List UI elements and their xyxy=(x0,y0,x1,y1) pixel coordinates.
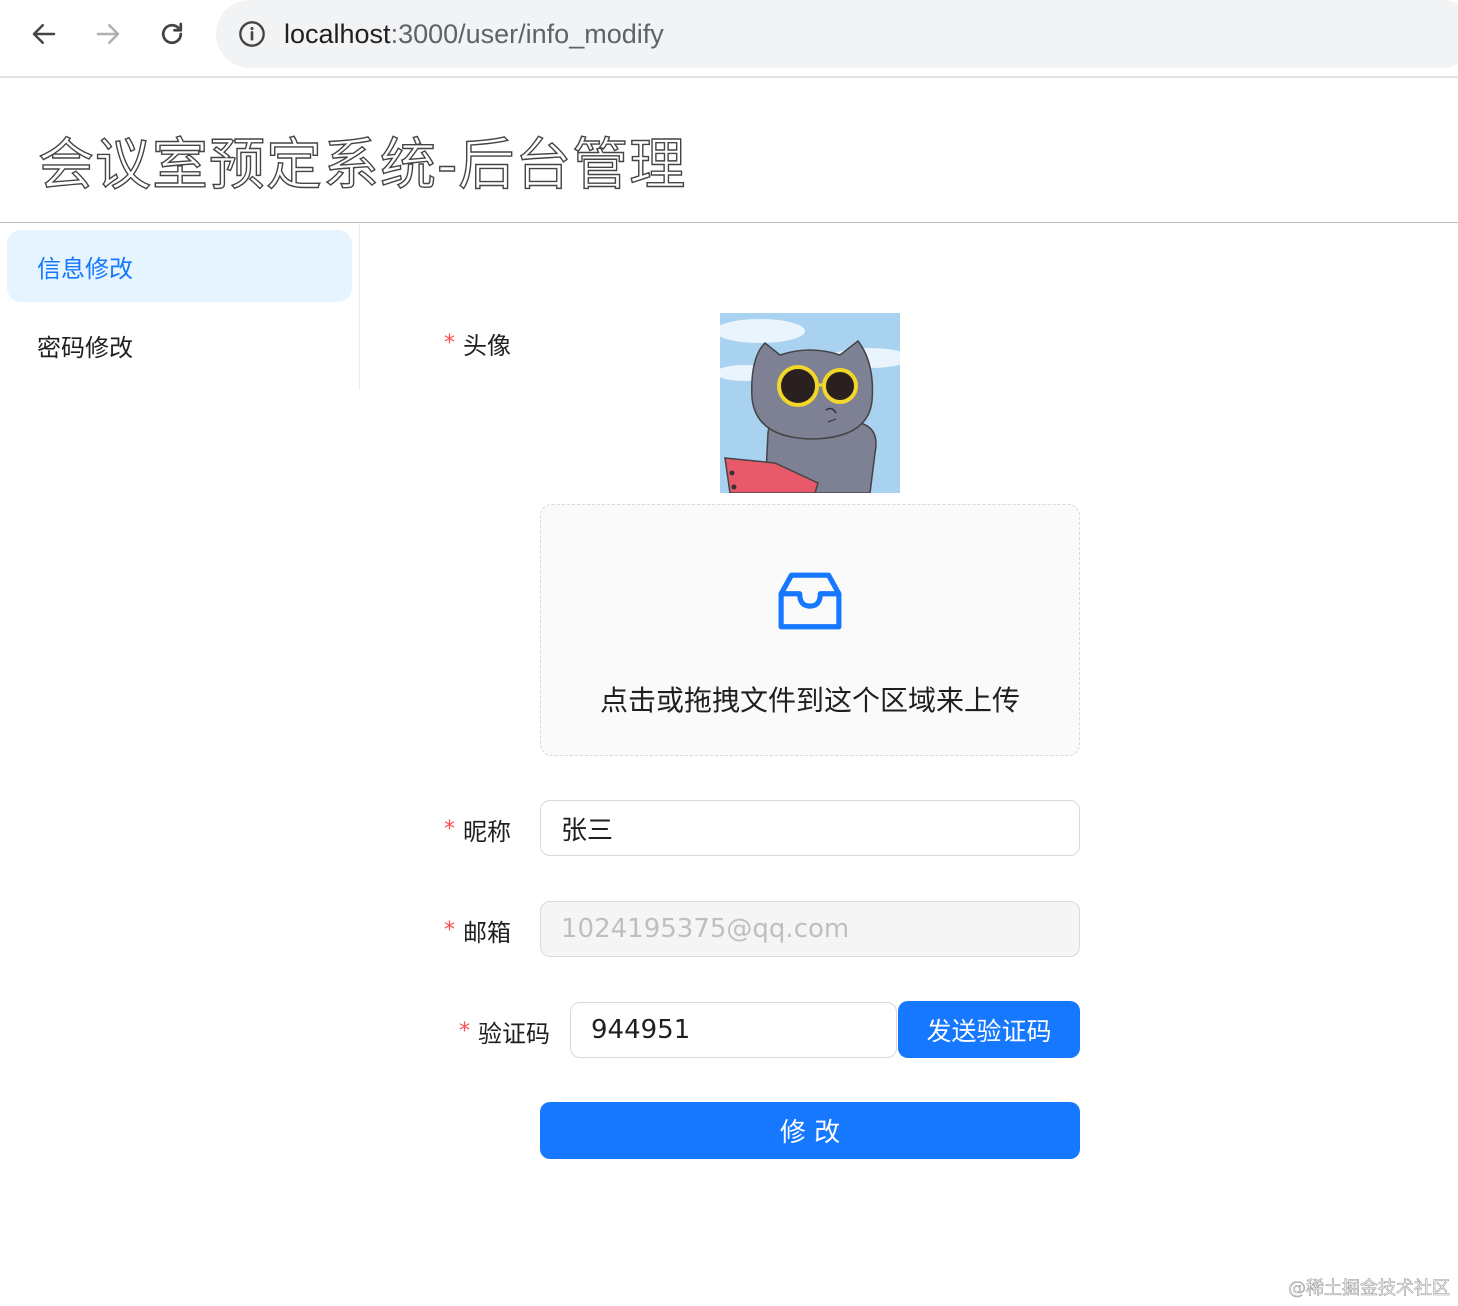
sidebar-item-info-modify[interactable]: 信息修改 xyxy=(7,230,352,302)
captcha-label-text: 验证码 xyxy=(478,1020,550,1048)
email-label-text: 邮箱 xyxy=(463,919,511,947)
arrow-left-icon xyxy=(32,24,56,44)
avatar-label: * 头像 xyxy=(444,326,511,361)
email-input[interactable]: 1024195375@qq.com xyxy=(540,901,1080,957)
forward-button[interactable] xyxy=(88,14,128,54)
sidebar-item-password-modify[interactable]: 密码修改 xyxy=(7,309,352,381)
avatar-label-text: 头像 xyxy=(463,332,511,360)
browser-toolbar: localhost:3000/user/info_modify xyxy=(0,0,1458,78)
upload-dropzone[interactable]: 点击或拖拽文件到这个区域来上传 xyxy=(540,504,1080,756)
modify-button[interactable]: 修 改 xyxy=(540,1102,1080,1159)
captcha-label: * 验证码 xyxy=(459,1014,550,1049)
app-header: 会议室预定系统-后台管理 xyxy=(0,80,1458,223)
watermark: @稀土掘金技术社区 xyxy=(1288,1278,1451,1300)
required-mark: * xyxy=(444,817,455,842)
url-host: localhost xyxy=(284,18,391,49)
sidebar-item-label: 密码修改 xyxy=(37,333,133,362)
required-mark: * xyxy=(459,1019,470,1044)
address-bar[interactable]: localhost:3000/user/info_modify xyxy=(216,0,1458,68)
url-path: :3000/user/info_modify xyxy=(390,18,664,49)
required-mark: * xyxy=(444,918,455,943)
arrow-right-icon xyxy=(96,24,120,44)
nickname-label-text: 昵称 xyxy=(463,818,511,846)
info-icon[interactable] xyxy=(238,20,266,48)
sidebar-item-label: 信息修改 xyxy=(37,254,133,283)
nickname-input[interactable]: 张三 xyxy=(540,800,1080,856)
reload-button[interactable] xyxy=(152,14,192,54)
back-button[interactable] xyxy=(24,14,64,54)
sidebar-menu: 信息修改 密码修改 xyxy=(0,224,360,390)
app-title: 会议室预定系统-后台管理 xyxy=(37,132,687,198)
nickname-label: * 昵称 xyxy=(444,812,511,847)
send-captcha-button[interactable]: 发送验证码 xyxy=(898,1001,1080,1058)
reload-icon xyxy=(161,22,183,45)
inbox-icon xyxy=(778,572,842,630)
avatar-image xyxy=(720,313,900,493)
upload-hint: 点击或拖拽文件到这个区域来上传 xyxy=(599,684,1020,717)
captcha-input[interactable]: 944951 xyxy=(570,1002,897,1058)
required-mark: * xyxy=(444,331,455,356)
email-label: * 邮箱 xyxy=(444,913,511,948)
